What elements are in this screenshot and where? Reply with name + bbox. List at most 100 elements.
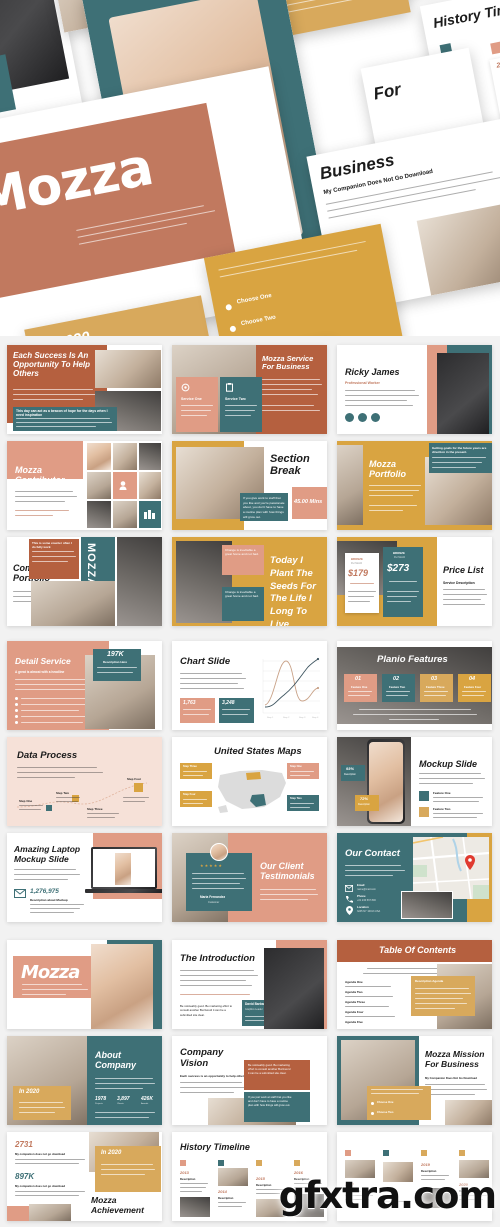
card-number: 01 [309, 1072, 321, 1083]
badge-label: Description [358, 803, 370, 806]
slide-title: Today I Plant The Seeds For The Life I L… [270, 555, 316, 626]
slide-mozza-achievement[interactable]: 2731 My companion does not go download 8… [7, 1132, 162, 1221]
feature-number: 01 [355, 676, 362, 682]
line-chart-plot: Step 1 Step 2 Step 3 Step 4 [262, 657, 320, 719]
slide-title: Table Of Contents [379, 945, 457, 955]
timeline-year: 2015 [256, 1176, 265, 1181]
instagram-icon[interactable] [371, 413, 380, 422]
slide-title: Mozza Portfolio [369, 459, 406, 480]
timeline-label: Description [218, 1196, 234, 1200]
feature-label: Feature One [433, 791, 451, 795]
slide-the-introduction[interactable]: The Introduction Be noticeably good. Be … [172, 940, 327, 1029]
slide-title: Mozza Contributor [15, 465, 65, 486]
slide-price-list[interactable]: BRONZE Per Month $179 BRONZE Per Month $… [337, 537, 492, 626]
slide-mozza-mission[interactable]: Mozza Mission For Business My Companion … [337, 1036, 492, 1125]
slide-mockup[interactable]: 93% Description 72% Description Mockup S… [337, 737, 492, 826]
stat-value: 2731 [15, 1140, 33, 1149]
slide-callout: This is some counter often I do fully wo… [32, 541, 72, 549]
feature-number: 02 [393, 676, 400, 682]
slide-title: Mockup Slide [419, 759, 478, 769]
slide-subtitle: Service Description [443, 581, 475, 585]
slide-band-2: Detail Service A great is almost with a … [0, 632, 500, 928]
feature-one-icon [419, 791, 429, 801]
stat-label: Awards [141, 1103, 149, 1105]
slide-title: Company Vision [180, 1047, 224, 1069]
plan-price: $273 [387, 563, 410, 574]
timeline-year: 2013 [180, 1170, 189, 1175]
contact-label: Email [357, 883, 365, 887]
slide-mozza-portfolio[interactable]: Mozza Portfolio Getting goals for the fu… [337, 441, 492, 530]
card-text: Change is inevitable a great home and no… [225, 548, 259, 556]
slide-data-process[interactable]: Data Process Step One Step Two Step Thre… [7, 737, 162, 826]
plan-price: $179 [348, 568, 369, 578]
slide-ricky-james[interactable]: Ricky James Professional Worker [337, 345, 492, 434]
feature-two-icon [419, 807, 429, 817]
agenda-item: Agenda Two [345, 990, 363, 994]
agenda-item: Agenda Four [345, 1010, 364, 1014]
slide-subtitle: Each success is an opportunity to help o… [180, 1074, 246, 1078]
rating-stars: ★★★★★ [200, 863, 223, 868]
slide-our-contact[interactable]: Our Contact Email name@mail.com Phone +0… [337, 833, 492, 922]
svg-text:Step 4: Step 4 [312, 716, 319, 719]
stat-value: 426K [141, 1096, 153, 1102]
card-text: If you just work at staff that you like … [248, 1095, 292, 1108]
badge-value: 93% [346, 766, 355, 771]
map-roads [413, 837, 489, 899]
clipboard-icon [226, 383, 233, 392]
slide-note: Be noticeably good. Be marketing effort … [180, 1004, 233, 1017]
slide-title: Our Client Testimonials [260, 861, 315, 882]
slide-subtitle: A great is almost with a headline [15, 670, 65, 674]
stat-label: Description about Mockup [30, 898, 68, 902]
facebook-icon[interactable] [345, 413, 354, 422]
agenda-item: Agenda Five [345, 1020, 363, 1024]
settings-icon [181, 383, 190, 392]
badge-role: Graphics Leader [245, 1008, 263, 1011]
svg-text:Step 1: Step 1 [267, 716, 274, 719]
contact-value: 3245 NY 10013 USA [357, 910, 381, 913]
slide-title: Price List [443, 565, 484, 575]
bullet-label: Choose One [377, 1100, 394, 1104]
twitter-icon[interactable] [358, 413, 367, 422]
card-label: Service One [181, 397, 202, 401]
stat-label: Description Here [103, 660, 128, 664]
slide-callout: This day can act as a beacon of hope for… [16, 409, 108, 417]
card-text: Be noticeably good. Be marketing effort … [248, 1063, 291, 1076]
slide-table-of-contents[interactable]: Table Of Contents Agenda One Agenda Two … [337, 940, 492, 1029]
plan-tier: BRONZE [351, 557, 363, 561]
slide-each-success[interactable]: Each Success Is An Opportunity To Help O… [7, 345, 162, 434]
slide-title: Mozza Mission For Business [425, 1049, 485, 1069]
slide-planio-features[interactable]: Planio Features 01 Feature One 02 Featur… [337, 641, 492, 730]
step-label: Step One [19, 799, 33, 803]
slide-band-1: Each Success Is An Opportunity To Help O… [0, 336, 500, 632]
feature-number: 03 [431, 676, 438, 682]
plan-period: Per Month [394, 556, 406, 559]
slide-title: Mozza [21, 962, 80, 983]
map-callout: Step Two [290, 797, 302, 800]
badge-value: 72% [360, 796, 369, 801]
people-icon [144, 510, 155, 519]
timeline-label: Description [180, 1177, 196, 1181]
user-add-icon [119, 481, 127, 490]
slide-laptop-mockup[interactable]: Amazing Laptop Mockup Slide 1,276,975 De… [7, 833, 162, 922]
slide-today-i-plant[interactable]: Change is inevitable a great home and no… [172, 537, 327, 626]
slide-mozza-contributor[interactable]: Mozza Contributor [7, 441, 162, 530]
feature-label: Feature Four [464, 685, 482, 689]
slide-client-testimonials[interactable]: ★★★★★ Maria Fernandez Customer Our Clien… [172, 833, 327, 922]
step-label: Step Two [56, 791, 70, 795]
slide-company-vision[interactable]: Company Vision Each success is an opport… [172, 1036, 327, 1125]
slide-detail-service[interactable]: Detail Service A great is almost with a … [7, 641, 162, 730]
slide-chart[interactable]: Chart Slide 1,763 3,248 Step 1 Step 2 St… [172, 641, 327, 730]
slide-united-states-maps[interactable]: United States Maps Step Three Step One S… [172, 737, 327, 826]
slide-mozza-service[interactable]: Mozza Service For Business Service One S… [172, 345, 327, 434]
agenda-item: Agenda Three [345, 1000, 366, 1004]
slide-company-portfolio[interactable]: Company Portfolio This is some counter o… [7, 537, 162, 626]
slide-callout: Getting goals for the future years are d… [432, 446, 487, 454]
slide-section-break[interactable]: Section Break If you give work to staff … [172, 441, 327, 530]
slide-about-company[interactable]: About Company 1978 3,897 426K Projects C… [7, 1036, 162, 1125]
contact-value: name@mail.com [357, 888, 376, 891]
slide-cover-mozza[interactable]: Mozza [7, 940, 162, 1029]
site-watermark: gfxtra.com [278, 1174, 497, 1217]
slide-title: Ricky James [345, 367, 400, 377]
hero-perspective-stage: Events Introduction David Barbara [0, 0, 500, 336]
contact-label: Location [357, 905, 369, 909]
